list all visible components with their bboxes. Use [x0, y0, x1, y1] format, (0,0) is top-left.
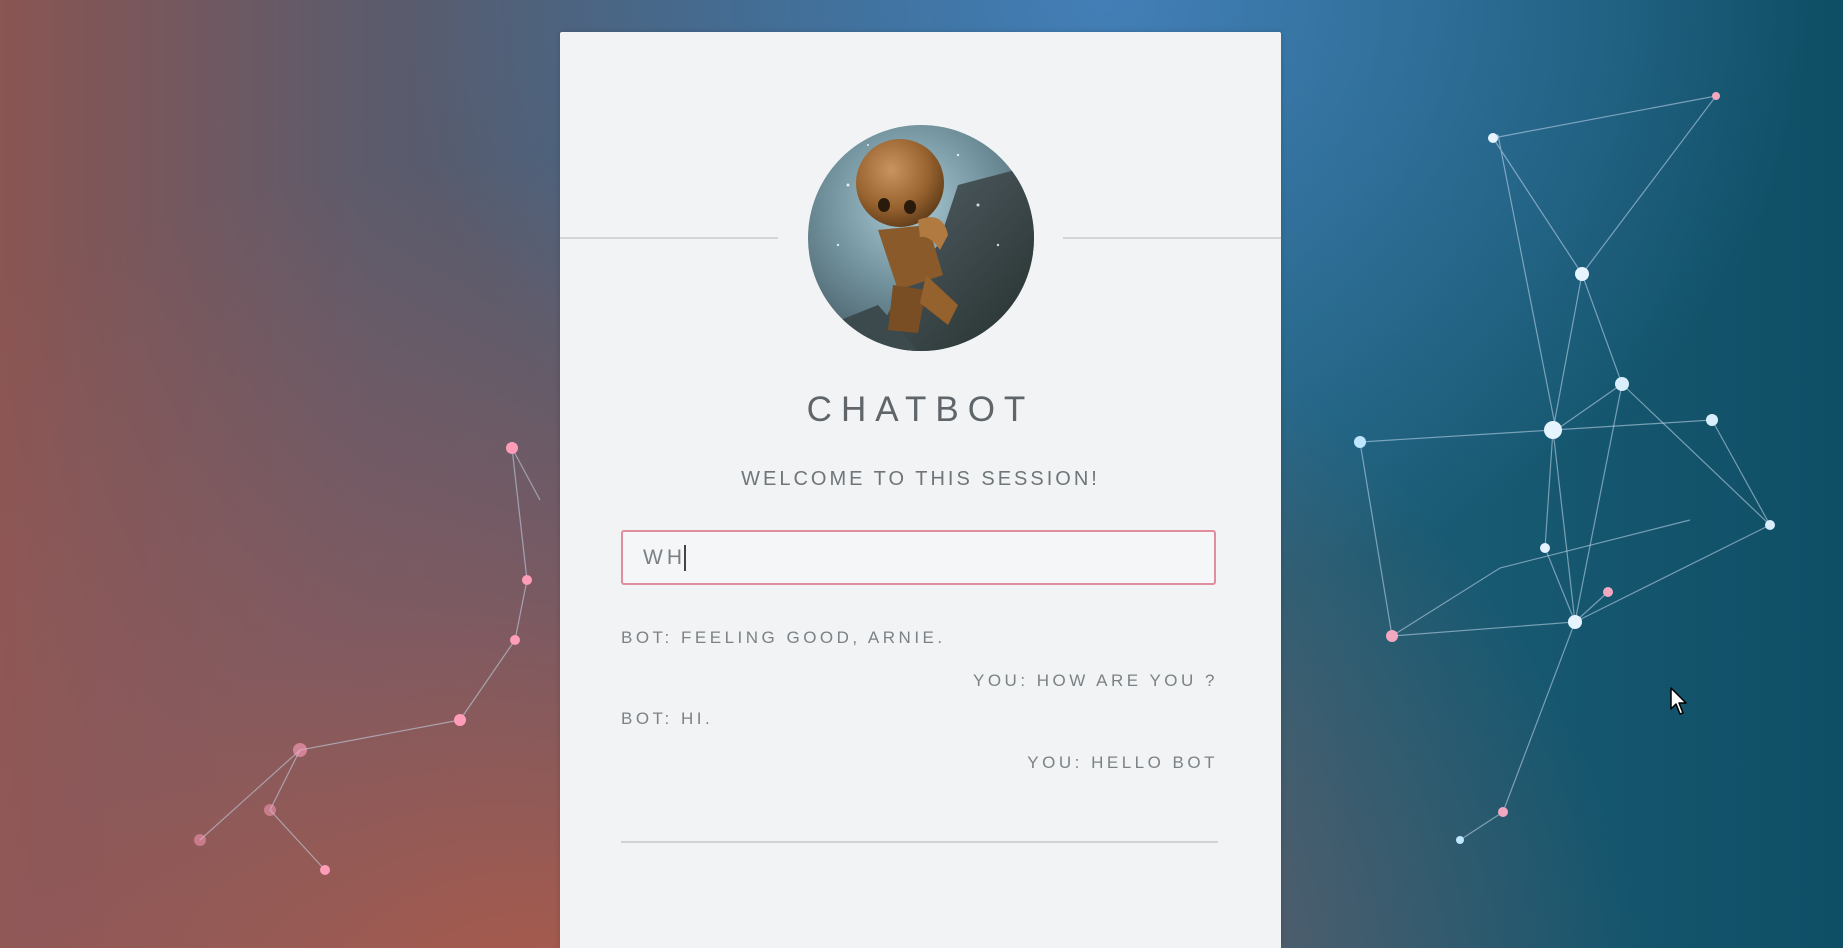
robot-avatar-icon: [808, 139, 1034, 351]
chat-card: CHATBOT WELCOME TO THIS SESSION! WH BOT:…: [560, 32, 1281, 948]
robot-avatar: [808, 125, 1034, 351]
header-divider-left: [560, 237, 778, 239]
chat-message-bot: BOT: FEELING GOOD, ARNIE.: [621, 628, 946, 647]
chat-message-bot: BOT: HI.: [621, 709, 714, 728]
message-input-value: WH: [643, 545, 686, 569]
chat-bottom-divider: [621, 841, 1218, 843]
welcome-message: WELCOME TO THIS SESSION!: [741, 468, 1100, 490]
app-title: CHATBOT: [806, 390, 1035, 429]
mouse-cursor-icon: [1670, 687, 1687, 715]
chat-message-you: YOU: HOW ARE YOU ?: [972, 671, 1218, 690]
text-caret: [684, 544, 686, 571]
message-input[interactable]: WH: [621, 530, 1216, 585]
chat-message-you: YOU: HELLO BOT: [1027, 753, 1218, 772]
header-divider-right: [1063, 237, 1281, 239]
